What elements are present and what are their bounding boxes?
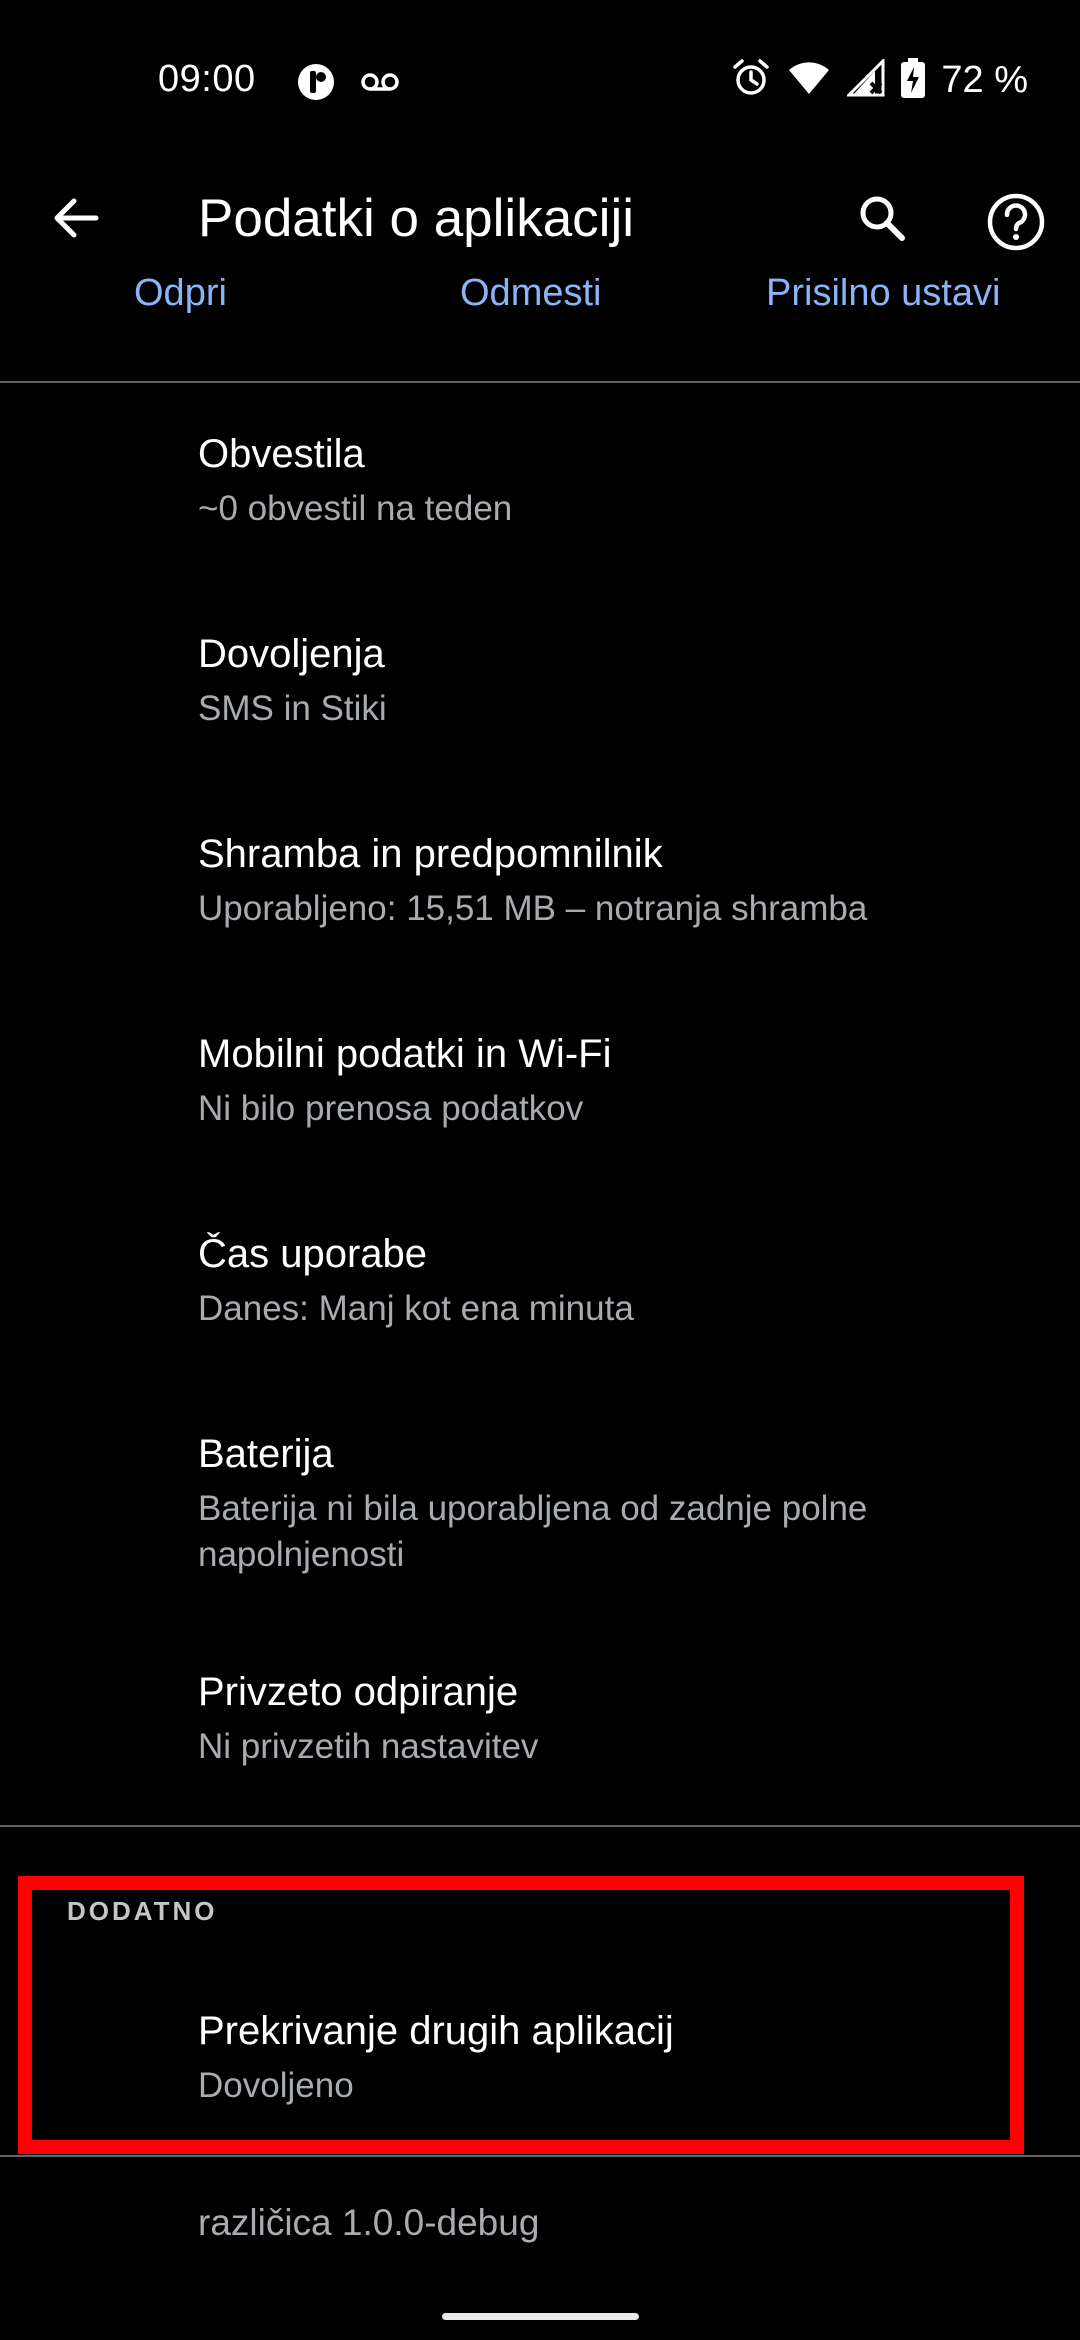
list-item-data-usage[interactable]: Mobilni podatki in Wi-Fi Ni bilo prenosa… [0, 998, 1080, 1198]
app-bar: Podatki o aplikaciji [0, 170, 1080, 290]
arrow-back-icon [54, 198, 99, 238]
open-button[interactable]: Odpri [134, 278, 227, 315]
list-item-battery[interactable]: Baterija Baterija ni bila uporabljena od… [0, 1398, 1080, 1646]
list-item-screen-time[interactable]: Čas uporabe Danes: Manj kot ena minuta [0, 1198, 1080, 1398]
list-item-title: Mobilni podatki in Wi-Fi [198, 1032, 612, 1076]
alarm-icon [731, 58, 771, 103]
gesture-nav-handle[interactable] [442, 2313, 639, 2320]
list-item-subtitle: Dovoljeno [198, 2066, 354, 2105]
status-time: 09:00 [158, 58, 256, 100]
list-item-subtitle: Uporabljeno: 15,51 MB – notranja shramba [198, 889, 868, 928]
page-title: Podatki o aplikaciji [198, 189, 635, 248]
list-item-title: Čas uporabe [198, 1232, 428, 1276]
battery-charging-icon [901, 58, 926, 103]
list-item-subtitle: SMS in Stiki [198, 689, 387, 728]
battery-percentage: 72 % [941, 59, 1028, 101]
list-item-title: Baterija [198, 1432, 334, 1476]
version-text: različica 1.0.0-debug [198, 2202, 540, 2243]
back-button[interactable] [40, 182, 112, 254]
app-notification-icon [296, 62, 336, 107]
section-header-advanced: DODATNO [67, 1896, 218, 1926]
list-item-title: Privzeto odpiranje [198, 1670, 519, 1714]
list-item-storage[interactable]: Shramba in predpomnilnik Uporabljeno: 15… [0, 798, 1080, 998]
search-button[interactable] [846, 182, 918, 254]
list-item-notifications[interactable]: Obvestila ~0 obvestil na teden [0, 398, 1080, 598]
app-actions-row: Odpri Odmesti Prisilno ustavi [0, 278, 1080, 324]
cell-signal-no-data-icon [845, 57, 885, 102]
list-item-display-over-other-apps[interactable]: Prekrivanje drugih aplikacij Dovoljeno [0, 1975, 1080, 2155]
list-item-title: Obvestila [198, 432, 365, 476]
help-button[interactable] [976, 182, 1056, 262]
uninstall-button[interactable]: Odmesti [460, 278, 601, 315]
divider [0, 381, 1080, 383]
list-item-title: Dovoljenja [198, 632, 385, 676]
status-bar: 09:00 72 % [0, 0, 1080, 170]
list-item-subtitle: Ni privzetih nastavitev [198, 1727, 539, 1766]
list-item-permissions[interactable]: Dovoljenja SMS in Stiki [0, 598, 1080, 798]
app-info-screen: 09:00 72 % Podatki o aplikaciji Odpri Od… [0, 0, 1080, 2340]
force-stop-button[interactable]: Prisilno ustavi [766, 278, 1000, 315]
list-item-open-by-default[interactable]: Privzeto odpiranje Ni privzetih nastavit… [0, 1646, 1080, 1826]
divider [0, 1825, 1080, 1827]
list-item-subtitle: Baterija ni bila uporabljena od zadnje p… [198, 1489, 868, 1574]
divider [0, 2155, 1080, 2157]
list-item-subtitle: ~0 obvestil na teden [198, 489, 513, 528]
search-icon [860, 196, 905, 241]
help-icon [987, 193, 1045, 251]
list-item-subtitle: Ni bilo prenosa podatkov [198, 1089, 584, 1128]
list-item-title: Shramba in predpomnilnik [198, 832, 663, 876]
list-item-subtitle: Danes: Manj kot ena minuta [198, 1289, 634, 1328]
list-item-title: Prekrivanje drugih aplikacij [198, 2009, 674, 2053]
wifi-icon [787, 60, 831, 101]
voicemail-icon [360, 70, 400, 99]
